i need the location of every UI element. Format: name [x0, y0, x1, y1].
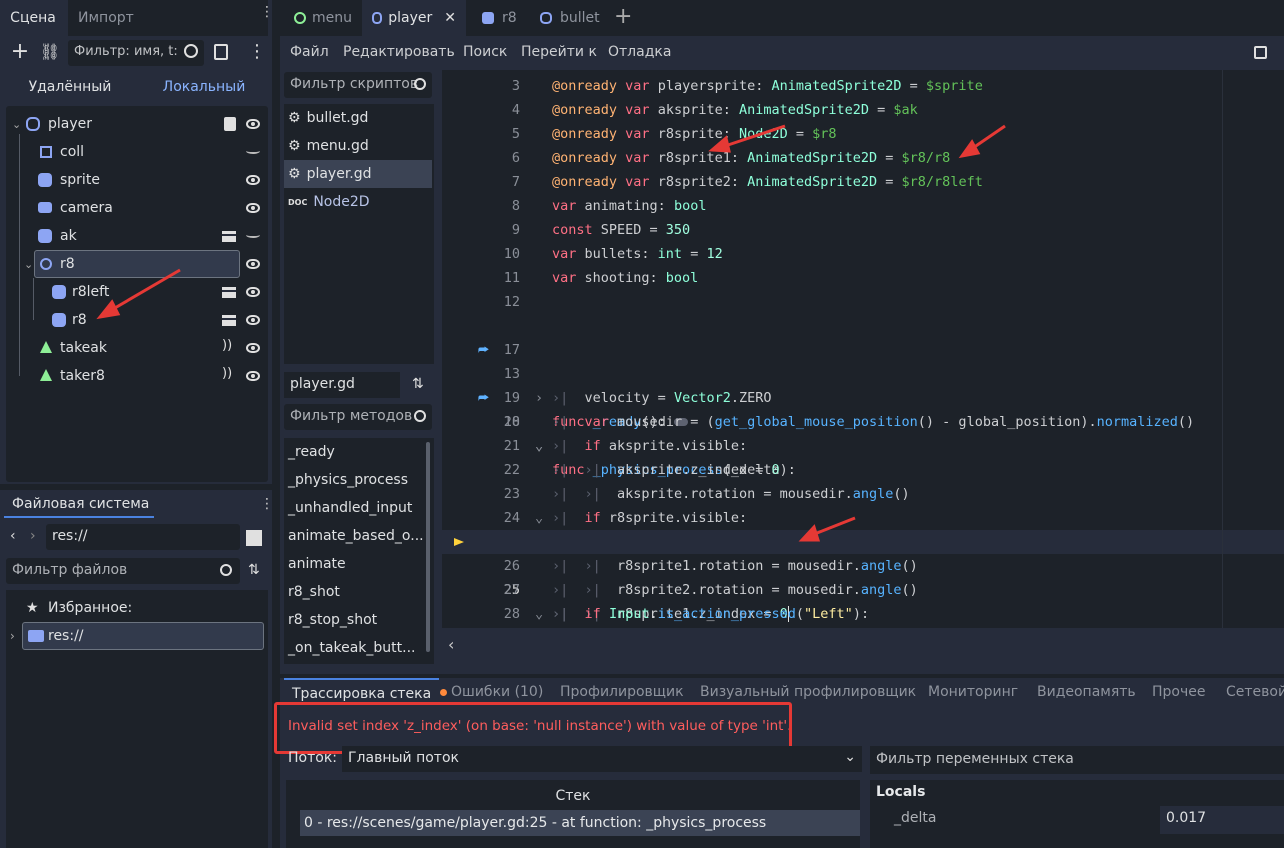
arrow-code-line25 — [798, 516, 856, 542]
annotation-arrows — [96, 124, 1006, 542]
arrow-code-line6 — [958, 124, 1006, 159]
arrow-tree-r8 — [96, 268, 181, 320]
arrow-code-line5 — [708, 124, 786, 153]
